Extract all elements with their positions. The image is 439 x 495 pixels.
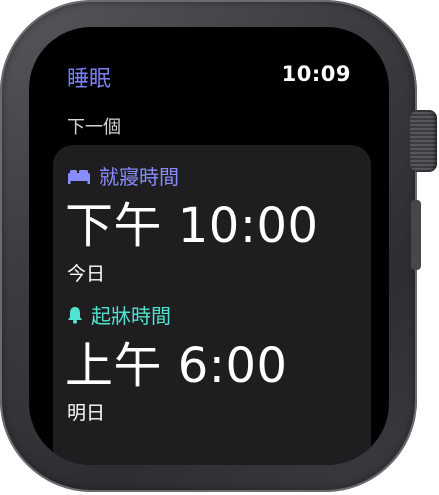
watch-screen: 睡眠 10:09 下一個 就寢時間 下午 10:00 今日 起牀時間 上午 6:… <box>29 27 389 465</box>
app-title: 睡眠 <box>67 67 112 92</box>
next-alarm-card[interactable]: 就寢時間 下午 10:00 今日 起牀時間 上午 6:00 明日 <box>53 145 371 465</box>
wakeup-header: 起牀時間 <box>67 300 171 329</box>
bedtime-label: 就寢時間 <box>99 165 179 189</box>
wakeup-time: 上午 6:00 <box>65 338 288 394</box>
digital-crown[interactable] <box>410 110 437 172</box>
wakeup-day: 明日 <box>67 402 106 424</box>
next-section-label: 下一個 <box>67 117 121 138</box>
alarm-bell-icon <box>67 306 83 324</box>
bedtime-time: 下午 10:00 <box>65 198 319 254</box>
wakeup-label: 起牀時間 <box>91 304 171 328</box>
side-button[interactable] <box>411 200 421 270</box>
bedtime-day: 今日 <box>67 263 106 285</box>
status-clock: 10:09 <box>281 62 351 86</box>
bed-icon <box>67 168 91 184</box>
bedtime-header: 就寢時間 <box>67 161 179 190</box>
